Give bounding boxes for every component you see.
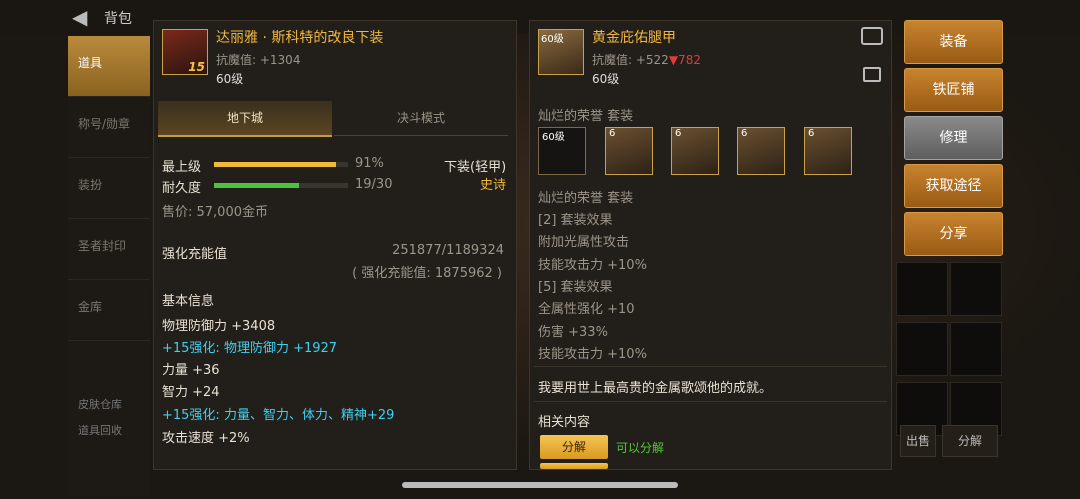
compare-resist-value: 抗魔值: +522▼782 [592,53,701,67]
decompose-button[interactable]: 分解 [540,435,608,459]
durability-value: 19/30 [355,177,393,192]
sell-button[interactable]: 出售 [900,425,936,457]
set-line: [5] 套装效果 [538,280,613,295]
tab-seal[interactable]: 圣者封印 [68,219,150,280]
grade-value: 91% [355,156,384,171]
mode-tabs: 地下城 决斗模式 [158,101,512,137]
home-indicator[interactable] [402,482,678,488]
tab-pvp[interactable]: 决斗模式 [334,101,508,136]
divider [534,366,887,367]
equip-button[interactable]: 装备 [904,20,1003,64]
tab-dungeon[interactable]: 地下城 [158,101,332,137]
tab-vault[interactable]: 金库 [68,280,150,341]
inventory-slot[interactable] [950,322,1002,376]
item-name: 达丽雅 · 斯科特的改良下装 [216,30,384,46]
slot-level: 60级 [542,132,565,143]
back-arrow-icon[interactable]: ◀ [72,6,96,28]
second-action-button[interactable] [540,463,608,469]
lock-icon[interactable] [863,67,881,82]
obtain-source-button[interactable]: 获取途径 [904,164,1003,208]
inventory-slot[interactable] [950,262,1002,316]
stat-line: 物理防御力 +3408 [162,319,276,334]
blacksmith-button[interactable]: 铁匠铺 [904,68,1003,112]
set-slot-1[interactable]: 60级 [538,127,586,175]
compare-item-tooltip: 60级 黄金庇佑腿甲 抗魔值: +522▼782 60级 灿烂的荣誉 套装 60… [529,20,892,470]
durability-bar-fill [214,183,299,188]
resist-diff: ▼782 [668,53,701,67]
set-line: 技能攻击力 +10% [538,347,647,362]
sell-price: 售价: 57,000金币 [162,205,268,220]
durability-bar [214,183,348,188]
inventory-slot[interactable] [896,262,948,316]
grade-bar [214,162,348,167]
flavor-text: 我要用世上最高贵的金属歌颂他的成就。 [538,381,773,396]
divider [534,401,887,402]
inventory-slot[interactable] [896,322,948,376]
tab-items[interactable]: 道具 [68,36,150,97]
skin-storage-link[interactable]: 皮肤仓库 [78,392,150,418]
item-recycle-link[interactable]: 道具回收 [78,418,150,444]
set-line: 附加光属性攻击 [538,235,630,250]
current-item-tooltip: 15 达丽雅 · 斯科特的改良下装 抗魔值: +1304 60级 地下城 决斗模… [153,20,517,470]
stat-line: +15强化: 物理防御力 +1927 [162,341,338,356]
tab-avatar[interactable]: 装扮 [68,158,150,219]
set-title: 灿烂的荣誉 套装 [538,109,634,124]
set-line: 全属性强化 +10 [538,302,635,317]
item-icon: 15 [162,29,208,75]
set-line: 灿烂的荣誉 套装 [538,191,634,206]
share-button[interactable]: 分享 [904,212,1003,256]
stat-line: 力量 +36 [162,363,220,378]
set-slot-3[interactable]: 6 [671,127,719,175]
icon-level-tag: 60级 [541,34,564,45]
compare-item-name: 黄金庇佑腿甲 [592,30,676,46]
repair-button[interactable]: 修理 [904,116,1003,160]
rarity-label: 史诗 [480,178,507,193]
set-slot-2[interactable]: 6 [605,127,653,175]
stat-line: +15强化: 力量、智力、体力、精神+29 [162,408,395,423]
reinforce-level-badge: 15 [188,60,205,74]
compare-item-level: 60级 [592,72,620,86]
set-slot-4[interactable]: 6 [737,127,785,175]
grade-bar-fill [214,162,336,167]
charge-label: 强化充能值 [162,247,228,262]
stat-line: 智力 +24 [162,385,220,400]
set-line: 技能攻击力 +10% [538,258,647,273]
set-slot-5[interactable]: 6 [804,127,852,175]
resist-value: 抗魔值: +1304 [216,53,301,67]
charge-total: ( 强化充能值: 1875962 ) [352,266,502,281]
grade-label: 最上级 [162,160,202,175]
share-icon[interactable] [861,27,883,45]
decompose-status: 可以分解 [616,441,665,455]
basic-info-title: 基本信息 [162,294,215,309]
page-title: 背包 [104,11,132,27]
compare-item-icon: 60级 [538,29,584,75]
item-type: 下装(轻甲) [444,160,507,175]
related-title: 相关内容 [538,415,591,430]
tab-titles-medals[interactable]: 称号/勋章 [68,97,150,158]
set-line: [2] 套装效果 [538,213,613,228]
charge-value: 251877/1189324 [392,243,504,258]
set-line: 伤害 +33% [538,325,608,340]
decompose-bottom-button[interactable]: 分解 [942,425,998,457]
left-bottom-links: 皮肤仓库 道具回收 [78,392,150,444]
stat-line: 攻击速度 +2% [162,431,250,446]
durability-label: 耐久度 [162,181,202,196]
item-level: 60级 [216,72,244,86]
